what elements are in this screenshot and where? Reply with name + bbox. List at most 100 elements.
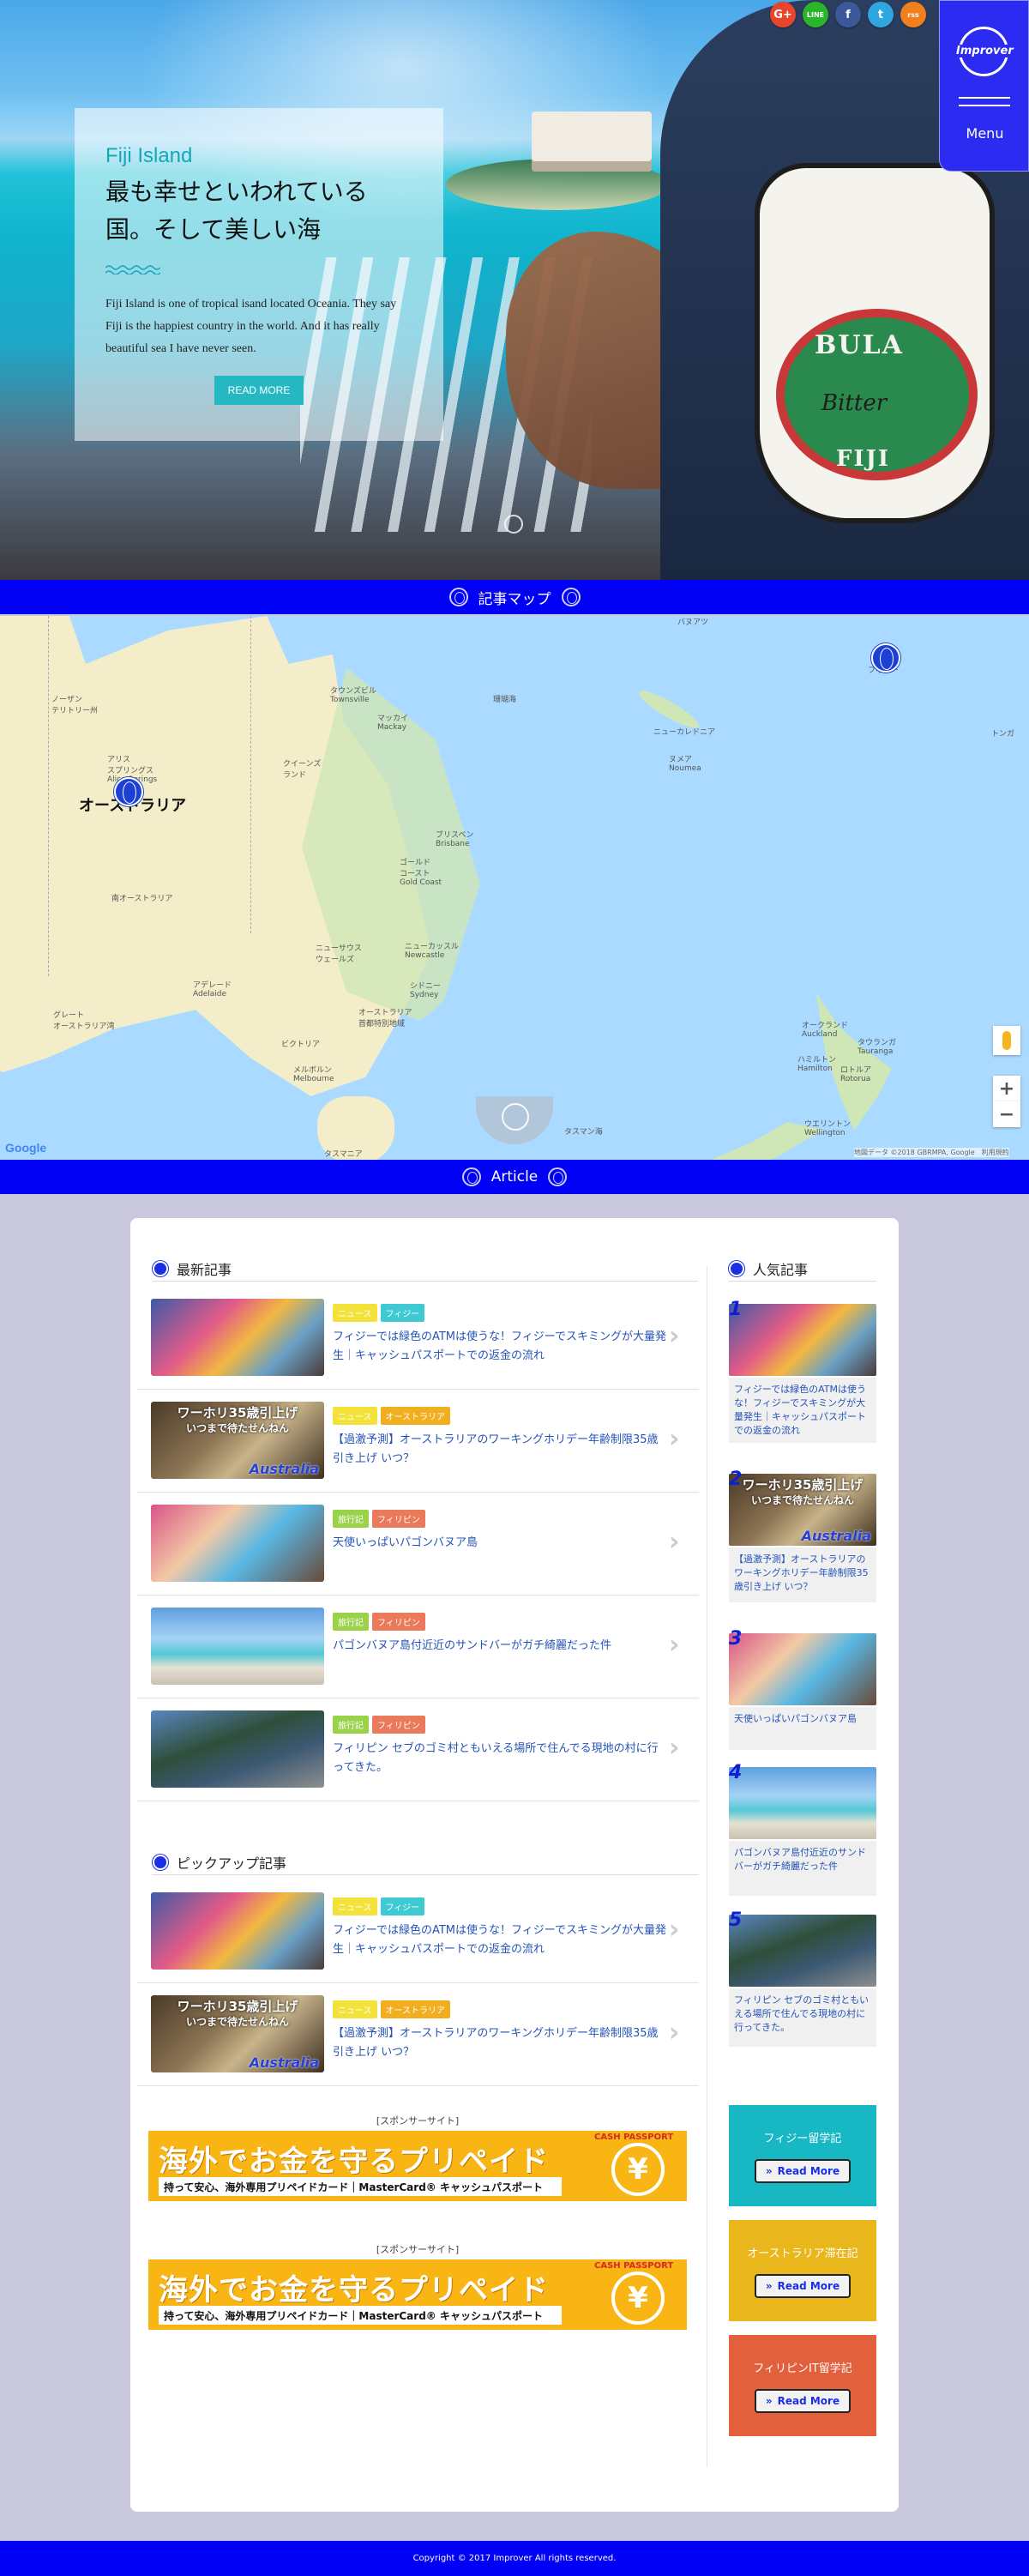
- article-thumbnail[interactable]: ワーホリ35歳引上げ いつまで待たせんねん Australia: [151, 1995, 324, 2072]
- list-item[interactable]: ワーホリ35歳引上げ いつまで待たせんねん Australia ニュース オーストラリア…: [137, 1391, 699, 1493]
- rank-number: 4: [729, 1762, 743, 1783]
- map-pin-australia-icon[interactable]: [114, 777, 143, 806]
- hero-slider-dot[interactable]: [504, 515, 523, 534]
- latest-title-text: 最新記事: [177, 1261, 232, 1278]
- map-pin-fiji-icon[interactable]: [871, 643, 900, 673]
- read-more-button[interactable]: » Read More: [755, 2273, 851, 2298]
- line-icon[interactable]: LINE: [803, 2, 828, 27]
- map-label-mackay: マッカイ Mackay: [377, 715, 409, 732]
- list-item[interactable]: ワーホリ35歳引上げ いつまで待たせんねん Australia ニュース オーストラリア…: [137, 1985, 699, 2086]
- map-copyright[interactable]: 地図データ ©2018 GBRMPA, Google 利用規約: [854, 1148, 1009, 1157]
- popular-item-title[interactable]: 【過激予測】オーストラリアのワーキングホリデー年齢制限35歳引き上げ いつ？: [729, 1547, 876, 1602]
- side-link-title: フィリピンIT留学記: [753, 2362, 852, 2375]
- article-title-link[interactable]: フィリピン セブのゴミ村ともいえる場所で住んでる現地の村に行ってきた。: [333, 1740, 667, 1777]
- article-thumbnail[interactable]: [151, 1608, 324, 1685]
- menu-panel[interactable]: Improver Menu: [939, 0, 1029, 172]
- article-thumbnail[interactable]: [151, 1710, 324, 1788]
- rank-number: 3: [729, 1628, 743, 1650]
- zoom-out-button[interactable]: −: [993, 1101, 1020, 1127]
- side-link-box[interactable]: オーストラリア滞在記 » Read More: [729, 2220, 876, 2321]
- ad-subline: 持って安心、海外専用プリペイドカード｜MasterCard® キャッシュパスポー…: [159, 2306, 562, 2325]
- popular-item-title[interactable]: パゴンバヌア島付近近のサンドバーがガチ綺麗だった件: [729, 1841, 876, 1896]
- category-tag[interactable]: オーストラリア: [380, 1407, 450, 1425]
- intro-kicker: Fiji Island: [105, 144, 193, 167]
- article-thumbnail[interactable]: [729, 1633, 876, 1705]
- facebook-icon[interactable]: f: [835, 2, 861, 27]
- rank-number: 5: [729, 1909, 743, 1931]
- ad-subline: 持って安心、海外専用プリペイドカード｜MasterCard® キャッシュパスポー…: [159, 2177, 562, 2196]
- article-thumbnail[interactable]: [729, 1304, 876, 1376]
- tag-list: 旅行記 フィリピン: [333, 1510, 425, 1528]
- popular-item-title[interactable]: 天使いっぱいパゴンバヌア島: [729, 1707, 876, 1750]
- article-title-link[interactable]: パゴンバヌア島付近近のサンドバーがガチ綺麗だった件: [333, 1637, 667, 1656]
- globe-logo-icon[interactable]: Improver: [954, 27, 1015, 76]
- article-title-link[interactable]: フィジーでは緑色のATMは使うな！フィジーでスキミングが大量発生｜キャッシュパス…: [333, 1328, 667, 1366]
- zoom-in-button[interactable]: +: [993, 1076, 1020, 1101]
- sponsor-ad-banner[interactable]: 海外でお金を守るプリペイド 持って安心、海外専用プリペイドカード｜MasterCa…: [148, 2131, 687, 2201]
- article-thumbnail[interactable]: [151, 1892, 324, 1970]
- article-title-link[interactable]: 【過激予測】オーストラリアのワーキングホリデー年齢制限35歳引き上げ いつ？: [333, 2024, 667, 2062]
- twitter-icon[interactable]: t: [868, 2, 894, 27]
- article-thumbnail[interactable]: [729, 1767, 876, 1839]
- category-tag[interactable]: ニュース: [333, 1407, 377, 1425]
- side-link-box[interactable]: フィジー留学記 » Read More: [729, 2105, 876, 2206]
- article-title-link[interactable]: フィジーでは緑色のATMは使うな！フィジーでスキミングが大量発生｜キャッシュパス…: [333, 1921, 667, 1959]
- thumbnail-brand: Australia: [801, 1528, 871, 1544]
- article-thumbnail[interactable]: ワーホリ35歳引上げ いつまで待たせんねん Australia: [151, 1402, 324, 1479]
- article-thumbnail[interactable]: [151, 1299, 324, 1376]
- popular-item-title[interactable]: フィリピン セブのゴミ村ともいえる場所で住んでる現地の村に行ってきた。: [729, 1988, 876, 2047]
- hero-bottle-text-bottom: FIJI: [836, 446, 891, 472]
- list-item[interactable]: 旅行記 フィリピン パゴンバヌア島付近近のサンドバーがガチ綺麗だった件 ›: [137, 1597, 699, 1698]
- map-label-tauranga: タウランガ Tauranga: [858, 1039, 897, 1056]
- category-tag[interactable]: 旅行記: [333, 1510, 369, 1528]
- globe-bullet-icon: [153, 1854, 168, 1870]
- map-label-gold-coast: ゴールド コースト Gold Coast: [400, 859, 442, 887]
- article-thumbnail[interactable]: [729, 1915, 876, 1987]
- map-label-wellington: ウエリントン Wellington: [804, 1120, 851, 1137]
- globe-bullet-icon: [153, 1260, 168, 1276]
- category-tag[interactable]: 旅行記: [333, 1716, 369, 1734]
- yen-coin-icon: ¥: [611, 2271, 665, 2325]
- popular-item-title[interactable]: フィジーでは緑色のATMは使うな！フィジーでスキミングが大量発生｜キャッシュパス…: [729, 1378, 876, 1443]
- category-tag[interactable]: ニュース: [333, 2000, 377, 2018]
- article-thumbnail[interactable]: ワーホリ35歳引上げ いつまで待たせんねん Australia: [729, 1474, 876, 1546]
- sponsor-ad-banner[interactable]: 海外でお金を守るプリペイド 持って安心、海外専用プリペイドカード｜MasterCa…: [148, 2259, 687, 2330]
- map-section-band: 記事マップ: [0, 580, 1029, 614]
- category-tag[interactable]: オーストラリア: [380, 2000, 450, 2018]
- list-item[interactable]: 旅行記 フィリピン 天使いっぱいパゴンバヌア島 ›: [137, 1494, 699, 1596]
- article-thumbnail[interactable]: [151, 1505, 324, 1582]
- read-more-button[interactable]: READ MORE: [214, 376, 304, 405]
- article-title-link[interactable]: 天使いっぱいパゴンバヌア島: [333, 1534, 667, 1553]
- globe-icon: [448, 588, 468, 606]
- category-tag[interactable]: フィリピン: [372, 1510, 425, 1528]
- map-label-tasman-sea: タスマン海: [564, 1128, 603, 1137]
- list-item[interactable]: ニュース フィジーフィジーでは緑色のATMは使うな！フィジーでスキミングが大量発生…: [137, 1882, 699, 1983]
- list-item[interactable]: ニュース フィジーフィジーでは緑色のATMは使うな！フィジーでスキミングが大量発生…: [137, 1288, 699, 1390]
- chevron-right-icon: ›: [669, 2018, 680, 2048]
- hamburger-icon[interactable]: [959, 97, 1010, 112]
- rss-icon[interactable]: rss: [900, 2, 926, 27]
- scroll-down-button[interactable]: [476, 1096, 553, 1144]
- menu-label[interactable]: Menu: [940, 125, 1029, 142]
- category-tag[interactable]: 旅行記: [333, 1613, 369, 1631]
- read-more-button[interactable]: » Read More: [755, 2158, 851, 2183]
- street-view-pegman-icon[interactable]: [993, 1026, 1020, 1055]
- tag-list: 旅行記 フィリピン: [333, 1716, 425, 1734]
- side-link-box[interactable]: フィリピンIT留学記 » Read More: [729, 2335, 876, 2436]
- tag-list: ニュース オーストラリア: [333, 2000, 450, 2018]
- category-tag[interactable]: フィジー: [380, 1897, 425, 1915]
- category-tag[interactable]: ニュース: [333, 1897, 377, 1915]
- article-title-link[interactable]: 【過激予測】オーストラリアのワーキングホリデー年齢制限35歳引き上げ いつ？: [333, 1431, 667, 1469]
- read-more-button[interactable]: » Read More: [755, 2388, 851, 2413]
- list-item[interactable]: 旅行記 フィリピンフィリピン セブのゴミ村ともいえる場所で住んでる現地の村に行って…: [137, 1700, 699, 1801]
- category-tag[interactable]: フィジー: [380, 1304, 425, 1322]
- category-tag[interactable]: ニュース: [333, 1304, 377, 1322]
- map-label-tasmania: タスマニア: [324, 1150, 363, 1159]
- article-map[interactable]: バヌアツ フィジー トンガ ニューカレドニア ヌメア Noumea 珊瑚海 ノー…: [0, 616, 1029, 1160]
- hero-bottle-text-mid: Bitter: [821, 390, 888, 416]
- category-tag[interactable]: フィリピン: [372, 1613, 425, 1631]
- article-section-label: Article: [490, 1168, 539, 1185]
- map-label-newcastle: ニューカッスル Newcastle: [405, 943, 460, 960]
- category-tag[interactable]: フィリピン: [372, 1716, 425, 1734]
- google-plus-icon[interactable]: G+: [770, 2, 796, 27]
